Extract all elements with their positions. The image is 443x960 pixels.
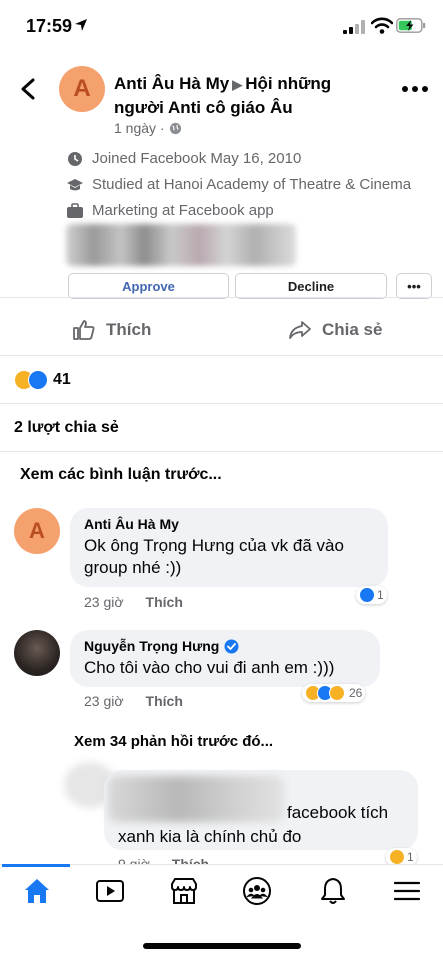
- comment-text: Cho tôi vào cho vui đi anh em :))): [84, 658, 335, 677]
- commenter-avatar[interactable]: A: [14, 508, 60, 554]
- joined-text: Joined Facebook May 16, 2010: [92, 150, 302, 167]
- groups-icon[interactable]: [242, 876, 272, 906]
- home-indicator: [143, 943, 301, 949]
- divider: [0, 355, 443, 356]
- wow-reaction-icon: [329, 685, 345, 701]
- author-avatar[interactable]: A: [59, 66, 105, 112]
- comment-time: 23 giờ: [84, 594, 124, 610]
- comment-time: 23 giờ: [84, 693, 124, 709]
- comment-text-line: xanh kia là chính chủ đo: [118, 827, 302, 846]
- shares-count[interactable]: 2 lượt chia sẻ: [14, 419, 119, 437]
- comment-bubble: Anti Âu Hà My Ok ông Trọng Hưng của vk đ…: [70, 508, 388, 587]
- watch-icon[interactable]: [95, 876, 125, 906]
- comment-text: Ok ông Trọng Hưng của vk đã vào group nh…: [84, 535, 374, 579]
- bottom-navigation: [0, 864, 443, 924]
- decline-button[interactable]: Decline: [235, 273, 387, 299]
- work-text: Marketing at Facebook app: [92, 202, 274, 219]
- comment-reaction-count: 1: [407, 850, 414, 864]
- blurred-mutual-friends: [66, 224, 296, 266]
- wifi-icon: [371, 17, 393, 34]
- comment-text-line: facebook tích: [287, 803, 389, 822]
- comment-reactions[interactable]: 1: [356, 586, 387, 604]
- comment-meta: 23 giờ Thích: [84, 693, 183, 709]
- clock-icon: [68, 151, 82, 166]
- location-arrow-icon: [75, 19, 87, 31]
- comment-bubble: Nguyễn Trọng Hưng Cho tôi vào cho vui đi…: [70, 630, 380, 687]
- active-tab-indicator: [2, 864, 70, 867]
- home-icon[interactable]: [22, 876, 52, 906]
- like-label: Thích: [106, 320, 152, 339]
- briefcase-icon: [67, 202, 83, 218]
- comment-like-button[interactable]: Thích: [146, 693, 183, 709]
- divider: [0, 297, 443, 298]
- thumbs-up-icon: [73, 320, 95, 340]
- share-button[interactable]: Chia sẻ: [288, 318, 382, 342]
- more-options-icon[interactable]: [398, 82, 432, 96]
- status-time: 17:59: [26, 16, 73, 36]
- back-chevron-icon[interactable]: [14, 74, 44, 104]
- blurred-commenter-name: [108, 776, 284, 822]
- comment-text-line: group nhé :)): [84, 558, 182, 577]
- share-label: Chia sẻ: [322, 320, 383, 339]
- work-row: Marketing at Facebook app: [66, 202, 274, 219]
- graduation-cap-icon: [67, 178, 83, 190]
- post-author-name[interactable]: Anti Âu Hà My: [114, 74, 229, 93]
- divider: [0, 451, 443, 452]
- commenter-avatar-photo[interactable]: [14, 630, 60, 676]
- view-previous-comments[interactable]: Xem các bình luận trước...: [20, 466, 222, 484]
- marketplace-icon[interactable]: [169, 876, 199, 906]
- commenter-name[interactable]: Nguyễn Trọng Hưng: [84, 638, 219, 654]
- verified-badge-icon: [224, 639, 239, 653]
- reactions-summary[interactable]: 41: [14, 370, 71, 390]
- comment-text-line: Ok ông Trọng Hưng của vk đã vào: [84, 536, 344, 555]
- battery-charging-icon: [396, 18, 426, 33]
- comment-meta: 23 giờ Thích: [84, 594, 183, 610]
- cellular-signal-icon: [343, 20, 365, 34]
- comment-like-button[interactable]: Thích: [146, 594, 183, 610]
- comment-reactions[interactable]: 26: [302, 684, 366, 702]
- like-reaction-icon: [28, 370, 48, 390]
- studied-row: Studied at Hanoi Academy of Theatre & Ci…: [66, 176, 411, 193]
- care-reaction-icon: [389, 849, 405, 865]
- post-time: 1 ngày ·: [114, 120, 165, 136]
- view-previous-replies[interactable]: Xem 34 phản hồi trước đó...: [74, 733, 273, 750]
- post-meta: 1 ngày ·: [114, 120, 182, 136]
- share-arrow-icon: [289, 321, 311, 339]
- joined-row: Joined Facebook May 16, 2010: [66, 150, 301, 167]
- triangle-right-icon: ▶: [232, 77, 243, 92]
- divider: [0, 403, 443, 404]
- commenter-name[interactable]: Anti Âu Hà My: [84, 516, 374, 532]
- globe-icon: [169, 122, 181, 134]
- menu-hamburger-icon[interactable]: [392, 876, 422, 906]
- comment-reaction-count: 26: [349, 686, 363, 700]
- like-reaction-icon: [359, 587, 375, 603]
- notifications-bell-icon[interactable]: [318, 876, 348, 906]
- studied-text: Studied at Hanoi Academy of Theatre & Ci…: [92, 176, 412, 193]
- reactions-count: 41: [53, 371, 71, 388]
- post-title: Anti Âu Hà My ▶ Hội những người Anti cô gi…: [114, 72, 384, 119]
- comment-reaction-count: 1: [377, 588, 384, 602]
- like-button[interactable]: Thích: [72, 318, 151, 342]
- commenter-name-row: Nguyễn Trọng Hưng: [84, 638, 366, 654]
- card-more-button[interactable]: •••: [396, 273, 432, 299]
- approve-button[interactable]: Approve: [68, 273, 229, 299]
